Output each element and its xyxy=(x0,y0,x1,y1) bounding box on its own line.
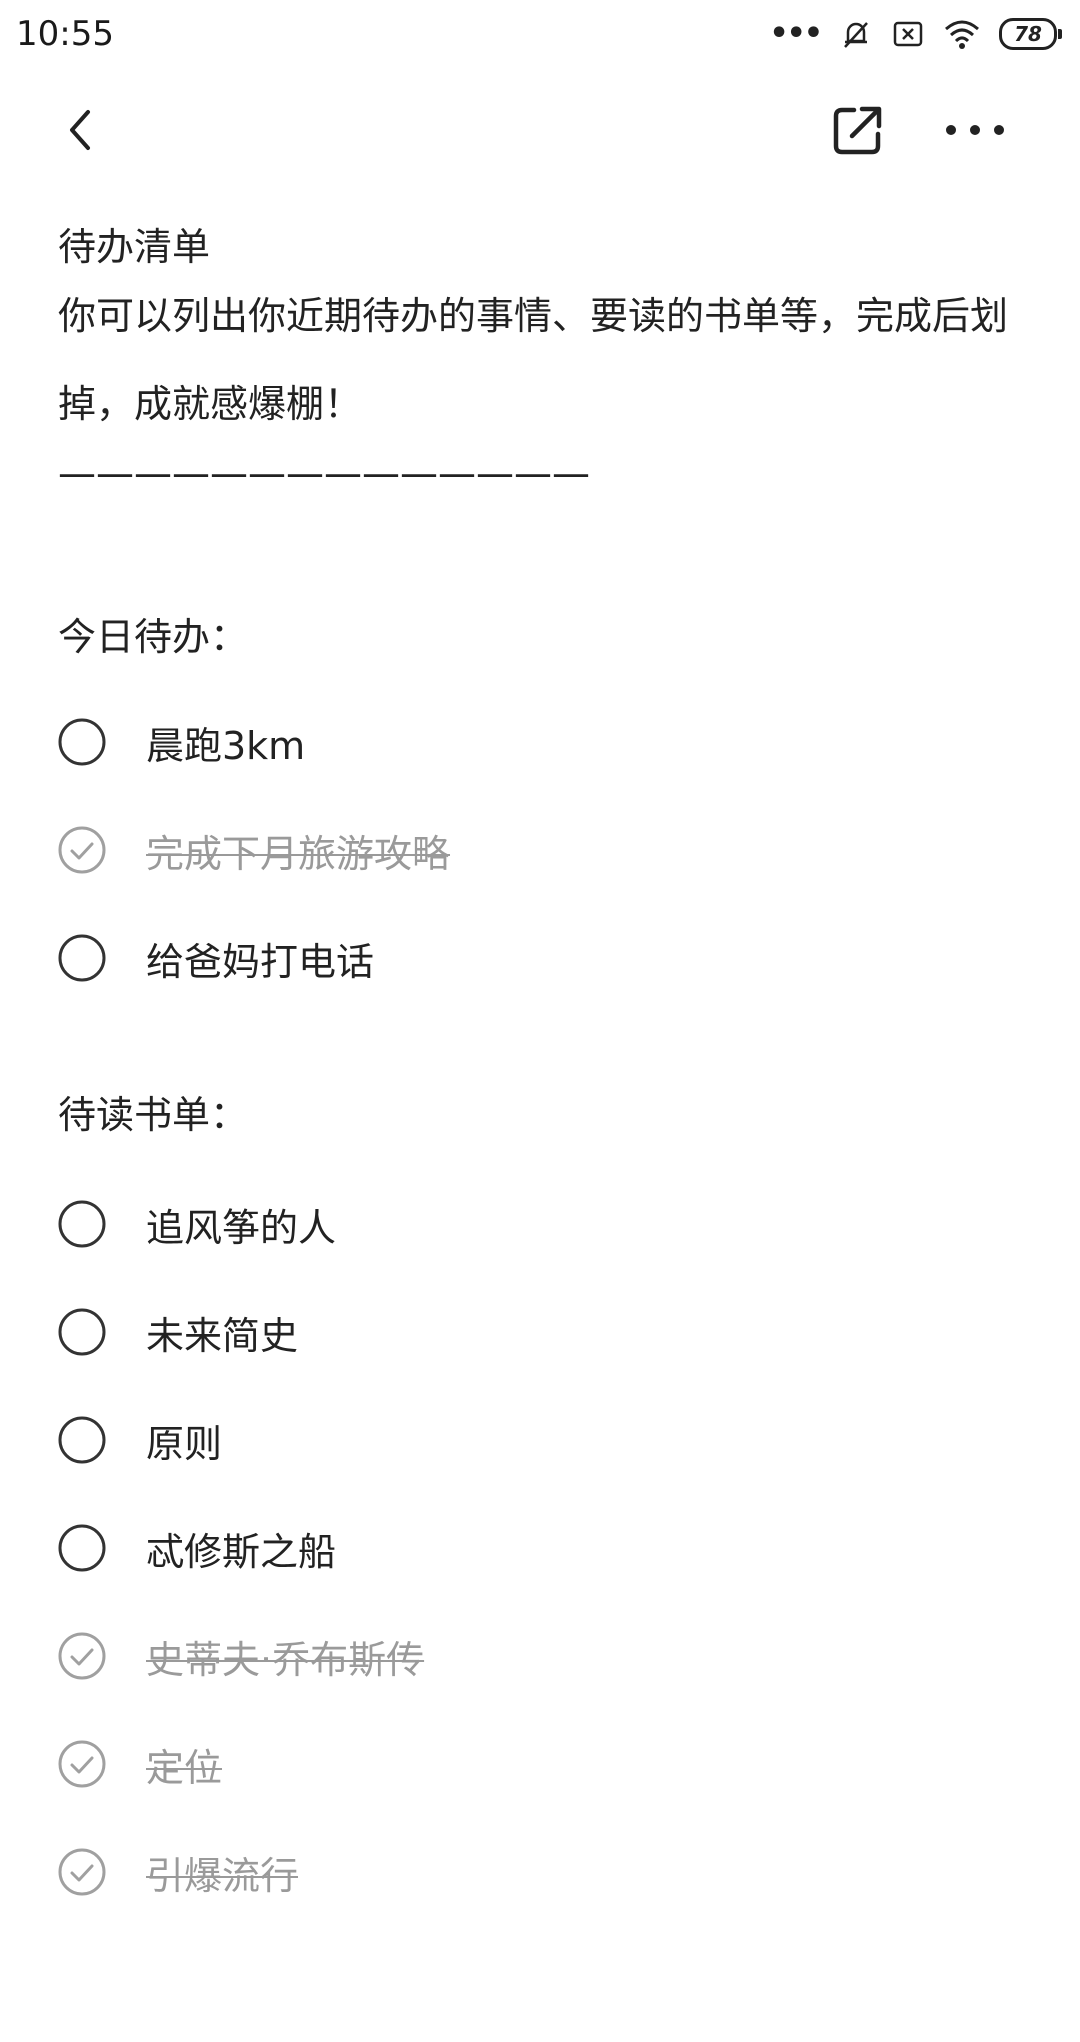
wifi-icon xyxy=(945,20,979,49)
note-description: 你可以列出你近期待办的事情、要读的书单等，完成后划掉，成就感爆棚！ xyxy=(58,294,1009,426)
todo-item-label: 给爸妈打电话 xyxy=(146,939,375,984)
circle-unchecked-icon[interactable] xyxy=(56,1414,108,1466)
todo-item-label: 晨跑3km xyxy=(146,723,306,768)
todo-item[interactable]: 未来简史 xyxy=(56,1302,298,1362)
todo-item-completed[interactable]: 引爆流行 xyxy=(56,1842,298,1902)
todo-item-label: 忒修斯之船 xyxy=(146,1529,337,1574)
circle-checked-icon[interactable] xyxy=(56,1630,108,1682)
share-icon xyxy=(833,106,882,155)
back-arrow-icon xyxy=(70,110,90,150)
more-notifications-icon: ••• xyxy=(769,16,823,51)
todo-item[interactable]: 给爸妈打电话 xyxy=(56,928,374,988)
more-icon-dot xyxy=(994,125,1004,135)
todo-item-label: 引爆流行 xyxy=(146,1853,299,1898)
todo-item[interactable]: 晨跑3km xyxy=(56,712,305,772)
status-bar: 10:55 ••• 78 xyxy=(0,0,1080,70)
note-divider: —————————————— xyxy=(58,451,590,495)
battery-icon: 78 xyxy=(999,18,1062,50)
share-button[interactable] xyxy=(826,98,890,162)
todo-item-label: 原则 xyxy=(146,1421,223,1466)
toolbar xyxy=(0,90,1080,170)
more-button[interactable] xyxy=(946,108,1004,152)
todo-item[interactable]: 忒修斯之船 xyxy=(56,1518,336,1578)
note-header: 待办清单 你可以列出你近期待办的事情、要读的书单等，完成后划掉，成就感爆棚！ —… xyxy=(58,222,1018,498)
more-icon-dot xyxy=(946,125,956,135)
section-heading-reading: 待读书单： xyxy=(58,1093,249,1137)
circle-checked-icon[interactable] xyxy=(56,1846,108,1898)
todo-item-label: 定位 xyxy=(146,1745,223,1790)
todo-item[interactable]: 追风筝的人 xyxy=(56,1194,336,1254)
circle-unchecked-icon[interactable] xyxy=(56,1522,108,1574)
more-icon-dot xyxy=(970,125,980,135)
circle-checked-icon[interactable] xyxy=(56,1738,108,1790)
circle-unchecked-icon[interactable] xyxy=(56,1198,108,1250)
mute-bell-icon xyxy=(844,22,868,48)
sim-x-icon xyxy=(893,21,923,47)
todo-item-label: 追风筝的人 xyxy=(146,1205,337,1250)
note-title: 待办清单 xyxy=(58,225,211,269)
status-icons: ••• 78 xyxy=(769,12,1062,56)
circle-unchecked-icon[interactable] xyxy=(56,1306,108,1358)
status-time: 10:55 xyxy=(16,14,114,54)
todo-item-completed[interactable]: 史蒂夫·乔布斯传 xyxy=(56,1626,424,1686)
todo-item[interactable]: 原则 xyxy=(56,1410,222,1470)
battery-level: 78 xyxy=(999,18,1057,50)
todo-item-label: 未来简史 xyxy=(146,1313,299,1358)
todo-item-completed[interactable]: 完成下月旅游攻略 xyxy=(56,820,450,880)
todo-item-completed[interactable]: 定位 xyxy=(56,1734,222,1794)
circle-checked-icon[interactable] xyxy=(56,824,108,876)
circle-unchecked-icon[interactable] xyxy=(56,932,108,984)
todo-item-label: 完成下月旅游攻略 xyxy=(146,831,451,876)
section-heading-today: 今日待办： xyxy=(58,615,249,659)
todo-item-label: 史蒂夫·乔布斯传 xyxy=(146,1637,425,1682)
circle-unchecked-icon[interactable] xyxy=(56,716,108,768)
back-button[interactable] xyxy=(56,100,112,160)
